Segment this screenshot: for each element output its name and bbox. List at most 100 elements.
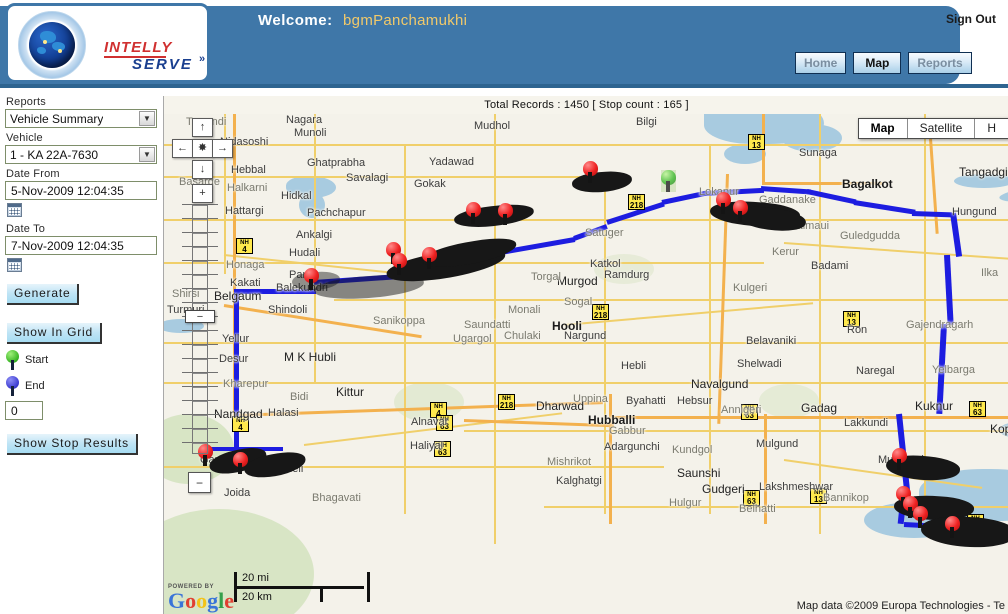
map-place-label: Byahatti <box>626 395 666 407</box>
show-stop-results-button[interactable]: Show Stop Results <box>7 434 138 455</box>
highway-shield-icon: NH 4 <box>236 238 253 254</box>
show-in-grid-button[interactable]: Show In Grid <box>7 323 102 344</box>
map-place-label: Annigeri <box>721 404 762 416</box>
map-place-label: Saunshi <box>677 466 721 480</box>
sign-out-link[interactable]: Sign Out <box>946 12 996 26</box>
point-cloud <box>920 513 1008 551</box>
route-segment <box>944 254 954 326</box>
date-to-input[interactable] <box>5 236 157 255</box>
map-place-label: Ilka <box>981 267 999 279</box>
map-place-label: Hebsur <box>677 395 713 407</box>
map-place-label: Tangadgi <box>959 165 1008 179</box>
start-pin-icon <box>6 350 19 370</box>
zoom-in-button[interactable]: + <box>192 184 213 203</box>
map-place-label: Nagara <box>286 114 323 126</box>
map-place-label: Ugargol <box>453 333 492 345</box>
water-narayanpur-res <box>998 175 1008 207</box>
pan-down-button[interactable]: ↓ <box>192 160 213 179</box>
chevron-down-icon[interactable]: ▼ <box>139 111 155 126</box>
highway-shield-icon: NH 63 <box>969 401 986 417</box>
logo-trademark: » <box>199 53 206 65</box>
date-to-label: Date To <box>6 223 46 235</box>
vehicle-label: Vehicle <box>6 132 43 144</box>
calendar-icon-to[interactable] <box>7 258 22 272</box>
map-marker-stop[interactable] <box>733 200 748 222</box>
map-place-label: Gadag <box>801 401 838 415</box>
map-scale-bar: 20 mi 20 km <box>234 572 394 608</box>
map-marker-stop[interactable] <box>913 506 928 528</box>
generate-button[interactable]: Generate <box>7 284 80 305</box>
map-marker-start[interactable] <box>661 170 676 192</box>
nav-button-home[interactable]: Home <box>795 52 847 74</box>
map-canvas[interactable]: NH 4 NH 4 NH 4 NH 218 NH 63 NH 63 NH 218 NH 218 NH 63 NH 13… <box>164 114 1008 614</box>
map-place-label: Sanikoppa <box>373 315 425 327</box>
map-place-label: Shelwadi <box>737 358 782 370</box>
stop-minutes-input[interactable] <box>5 401 43 420</box>
zoom-slider-thumb[interactable]: − <box>185 310 215 323</box>
legend-start-label: Start <box>25 354 49 366</box>
road <box>464 430 1008 432</box>
vehicle-select[interactable]: 1 - KA 22A-7630 ▼ <box>5 145 157 164</box>
highway-shield-icon: NH 218 <box>592 304 609 320</box>
map-marker-stop[interactable] <box>892 448 907 470</box>
map-place-label: Hulgur <box>669 497 702 509</box>
map-place-label: Hebli <box>621 360 647 372</box>
map-place-label: Ron <box>847 324 868 336</box>
map-marker-stop[interactable] <box>392 253 407 275</box>
map-marker-stop[interactable] <box>304 268 319 290</box>
end-pin-icon <box>6 376 19 396</box>
map-type-satellite[interactable]: Satellite <box>907 119 976 138</box>
road <box>783 242 1008 260</box>
map-place-label: Joida <box>224 487 251 499</box>
map-place-label: Kakati <box>230 277 261 289</box>
map-place-label: Belhatti <box>739 503 776 515</box>
pan-left-button[interactable]: ← <box>172 139 193 158</box>
pan-right-button[interactable]: → <box>212 139 233 158</box>
road <box>164 342 1008 344</box>
map-place-label: Satuger <box>585 227 624 239</box>
map-place-label: Badami <box>811 260 849 272</box>
map-panel: Total Records : 1450 [ Stop count : 165 … <box>163 96 1008 614</box>
map-marker-stop[interactable] <box>583 161 598 183</box>
map-place-label: Belavaniki <box>746 335 797 347</box>
legend-end-label: End <box>25 380 45 392</box>
zoom-out-button[interactable]: − <box>188 472 211 493</box>
map-place-label: Desur <box>219 353 249 365</box>
pan-center-button[interactable]: ✸ <box>192 139 213 158</box>
map-place-label: Monali <box>508 304 541 316</box>
app-header: INTELLY SERVE » Welcome: bgmPanchamukhi … <box>0 0 1008 88</box>
map-type-map[interactable]: Map <box>858 119 908 138</box>
reports-select[interactable]: Vehicle Summary ▼ <box>5 109 157 128</box>
globe-icon <box>18 11 86 79</box>
map-marker-stop[interactable] <box>716 192 731 214</box>
map-place-label: Chulaki <box>504 330 541 342</box>
logo-word-intelly: INTELLY <box>104 39 173 58</box>
map-place-label: Sogal <box>564 296 593 308</box>
reports-select-value: Vehicle Summary <box>10 111 104 126</box>
map-place-label: Mishrikot <box>547 456 592 468</box>
map-type-hybrid[interactable]: H <box>975 119 1008 138</box>
map-marker-stop[interactable] <box>498 203 513 225</box>
map-marker-stop[interactable] <box>233 452 248 474</box>
chevron-down-icon[interactable]: ▼ <box>139 147 155 162</box>
map-place-label: M K Hubli <box>284 350 337 364</box>
zoom-slider-track[interactable] <box>192 204 208 454</box>
map-marker-stop[interactable] <box>945 516 960 538</box>
nav-button-map[interactable]: Map <box>853 52 902 74</box>
map-place-label: Bilgi <box>636 116 657 128</box>
date-from-input[interactable] <box>5 181 157 200</box>
calendar-icon-from[interactable] <box>7 203 22 217</box>
map-marker-stop[interactable] <box>422 247 437 269</box>
map-place-label: Ghatprabha <box>307 157 366 169</box>
road-nh13-hungund <box>928 123 939 234</box>
map-place-label: Dharwad <box>536 399 585 413</box>
map-place-label: Torgal <box>531 271 561 283</box>
road <box>334 299 1008 301</box>
nav-button-reports[interactable]: Reports <box>908 52 972 74</box>
legend-end: End <box>6 376 163 396</box>
map-place-label: Pachchapur <box>307 207 366 219</box>
scale-km-label: 20 km <box>242 591 272 603</box>
map-marker-stop[interactable] <box>466 202 481 224</box>
reports-label: Reports <box>6 96 46 108</box>
pan-up-button[interactable]: ↑ <box>192 118 213 137</box>
